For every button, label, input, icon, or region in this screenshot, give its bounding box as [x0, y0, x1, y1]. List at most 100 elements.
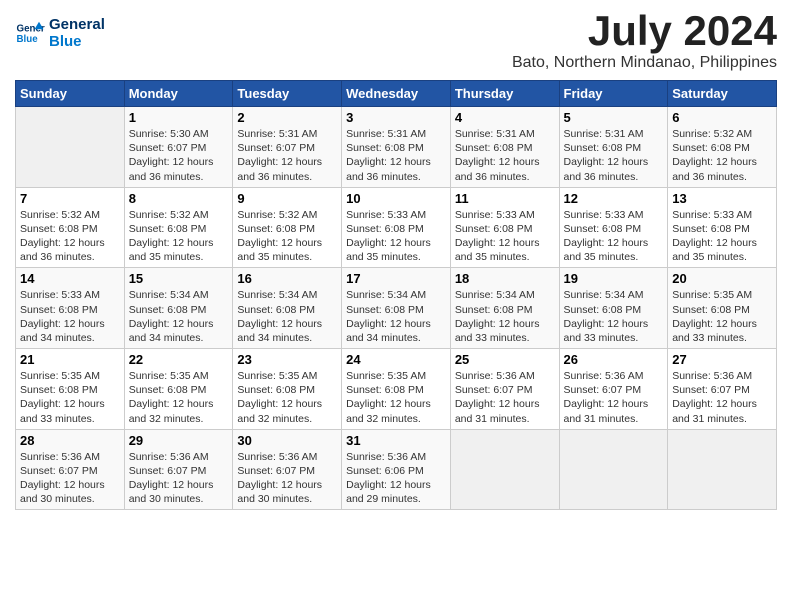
day-info: Sunrise: 5:36 AMSunset: 6:07 PMDaylight:… — [455, 369, 555, 426]
day-info: Sunrise: 5:35 AMSunset: 6:08 PMDaylight:… — [20, 369, 120, 426]
day-cell: 8 Sunrise: 5:32 AMSunset: 6:08 PMDaylight… — [124, 187, 233, 268]
logo-icon: General Blue — [15, 18, 45, 48]
header-wednesday: Wednesday — [342, 81, 451, 107]
day-cell — [559, 429, 668, 510]
day-cell: 15 Sunrise: 5:34 AMSunset: 6:08 PMDayligh… — [124, 268, 233, 349]
day-cell: 3 Sunrise: 5:31 AMSunset: 6:08 PMDaylight… — [342, 107, 451, 188]
day-cell — [668, 429, 777, 510]
day-info: Sunrise: 5:32 AMSunset: 6:08 PMDaylight:… — [237, 208, 337, 265]
day-cell: 17 Sunrise: 5:34 AMSunset: 6:08 PMDayligh… — [342, 268, 451, 349]
header-thursday: Thursday — [450, 81, 559, 107]
day-cell: 31Sunrise: 5:36 AMSunset: 6:06 PMDayligh… — [342, 429, 451, 510]
day-cell: 12Sunrise: 5:33 AMSunset: 6:08 PMDayligh… — [559, 187, 668, 268]
day-number: 13 — [672, 191, 772, 206]
day-number: 10 — [346, 191, 446, 206]
day-info: Sunrise: 5:35 AMSunset: 6:08 PMDaylight:… — [672, 288, 772, 345]
day-cell: 10 Sunrise: 5:33 AMSunset: 6:08 PMDayligh… — [342, 187, 451, 268]
logo-line1: General — [49, 16, 105, 33]
day-cell: 16Sunrise: 5:34 AMSunset: 6:08 PMDayligh… — [233, 268, 342, 349]
day-number: 14 — [20, 271, 120, 286]
day-cell: 25 Sunrise: 5:36 AMSunset: 6:07 PMDayligh… — [450, 349, 559, 430]
day-info: Sunrise: 5:32 AMSunset: 6:08 PMDaylight:… — [129, 208, 229, 265]
day-cell: 1 Sunrise: 5:30 AMSunset: 6:07 PMDaylight… — [124, 107, 233, 188]
day-number: 2 — [237, 110, 337, 125]
day-info: Sunrise: 5:31 AMSunset: 6:08 PMDaylight:… — [455, 127, 555, 184]
day-number: 9 — [237, 191, 337, 206]
day-cell: 20Sunrise: 5:35 AMSunset: 6:08 PMDayligh… — [668, 268, 777, 349]
day-cell — [16, 107, 125, 188]
day-info: Sunrise: 5:35 AMSunset: 6:08 PMDaylight:… — [129, 369, 229, 426]
day-info: Sunrise: 5:34 AMSunset: 6:08 PMDaylight:… — [455, 288, 555, 345]
day-cell: 9 Sunrise: 5:32 AMSunset: 6:08 PMDaylight… — [233, 187, 342, 268]
day-number: 3 — [346, 110, 446, 125]
title-block: July 2024 Bato, Northern Mindanao, Phili… — [512, 10, 777, 72]
day-cell: 27Sunrise: 5:36 AMSunset: 6:07 PMDayligh… — [668, 349, 777, 430]
day-number: 21 — [20, 352, 120, 367]
day-cell: 28 Sunrise: 5:36 AMSunset: 6:07 PMDayligh… — [16, 429, 125, 510]
day-number: 11 — [455, 191, 555, 206]
day-number: 28 — [20, 433, 120, 448]
day-info: Sunrise: 5:30 AMSunset: 6:07 PMDaylight:… — [129, 127, 229, 184]
day-cell: 24 Sunrise: 5:35 AMSunset: 6:08 PMDayligh… — [342, 349, 451, 430]
day-info: Sunrise: 5:34 AMSunset: 6:08 PMDaylight:… — [129, 288, 229, 345]
calendar-table: SundayMondayTuesdayWednesdayThursdayFrid… — [15, 80, 777, 510]
day-info: Sunrise: 5:36 AMSunset: 6:06 PMDaylight:… — [346, 450, 446, 507]
day-number: 4 — [455, 110, 555, 125]
day-cell: 22 Sunrise: 5:35 AMSunset: 6:08 PMDayligh… — [124, 349, 233, 430]
week-row-1: 1 Sunrise: 5:30 AMSunset: 6:07 PMDaylight… — [16, 107, 777, 188]
day-cell: 7 Sunrise: 5:32 AMSunset: 6:08 PMDaylight… — [16, 187, 125, 268]
day-info: Sunrise: 5:31 AMSunset: 6:08 PMDaylight:… — [564, 127, 664, 184]
day-cell: 30 Sunrise: 5:36 AMSunset: 6:07 PMDayligh… — [233, 429, 342, 510]
header-saturday: Saturday — [668, 81, 777, 107]
day-info: Sunrise: 5:36 AMSunset: 6:07 PMDaylight:… — [237, 450, 337, 507]
header-tuesday: Tuesday — [233, 81, 342, 107]
day-cell: 11Sunrise: 5:33 AMSunset: 6:08 PMDayligh… — [450, 187, 559, 268]
logo: General Blue General Blue — [15, 16, 105, 50]
day-number: 22 — [129, 352, 229, 367]
day-cell: 19Sunrise: 5:34 AMSunset: 6:08 PMDayligh… — [559, 268, 668, 349]
day-cell: 5 Sunrise: 5:31 AMSunset: 6:08 PMDaylight… — [559, 107, 668, 188]
week-row-5: 28 Sunrise: 5:36 AMSunset: 6:07 PMDayligh… — [16, 429, 777, 510]
logo-line2: Blue — [49, 33, 105, 50]
day-info: Sunrise: 5:33 AMSunset: 6:08 PMDaylight:… — [672, 208, 772, 265]
day-info: Sunrise: 5:36 AMSunset: 6:07 PMDaylight:… — [129, 450, 229, 507]
day-cell: 29 Sunrise: 5:36 AMSunset: 6:07 PMDayligh… — [124, 429, 233, 510]
day-info: Sunrise: 5:36 AMSunset: 6:07 PMDaylight:… — [20, 450, 120, 507]
day-info: Sunrise: 5:32 AMSunset: 6:08 PMDaylight:… — [672, 127, 772, 184]
svg-text:Blue: Blue — [17, 34, 39, 45]
day-number: 7 — [20, 191, 120, 206]
day-info: Sunrise: 5:33 AMSunset: 6:08 PMDaylight:… — [346, 208, 446, 265]
location: Bato, Northern Mindanao, Philippines — [512, 54, 777, 72]
day-cell: 18 Sunrise: 5:34 AMSunset: 6:08 PMDayligh… — [450, 268, 559, 349]
day-number: 30 — [237, 433, 337, 448]
day-number: 5 — [564, 110, 664, 125]
day-cell: 4 Sunrise: 5:31 AMSunset: 6:08 PMDaylight… — [450, 107, 559, 188]
header-monday: Monday — [124, 81, 233, 107]
day-cell: 2Sunrise: 5:31 AMSunset: 6:07 PMDaylight… — [233, 107, 342, 188]
day-number: 1 — [129, 110, 229, 125]
day-info: Sunrise: 5:34 AMSunset: 6:08 PMDaylight:… — [346, 288, 446, 345]
day-number: 23 — [237, 352, 337, 367]
day-number: 16 — [237, 271, 337, 286]
day-info: Sunrise: 5:33 AMSunset: 6:08 PMDaylight:… — [20, 288, 120, 345]
day-info: Sunrise: 5:32 AMSunset: 6:08 PMDaylight:… — [20, 208, 120, 265]
header-row: SundayMondayTuesdayWednesdayThursdayFrid… — [16, 81, 777, 107]
day-number: 25 — [455, 352, 555, 367]
day-number: 18 — [455, 271, 555, 286]
page-header: General Blue General Blue July 2024 Bato… — [15, 10, 777, 72]
day-number: 15 — [129, 271, 229, 286]
day-info: Sunrise: 5:35 AMSunset: 6:08 PMDaylight:… — [346, 369, 446, 426]
day-number: 17 — [346, 271, 446, 286]
day-number: 8 — [129, 191, 229, 206]
week-row-4: 21 Sunrise: 5:35 AMSunset: 6:08 PMDayligh… — [16, 349, 777, 430]
week-row-3: 14 Sunrise: 5:33 AMSunset: 6:08 PMDayligh… — [16, 268, 777, 349]
day-info: Sunrise: 5:35 AMSunset: 6:08 PMDaylight:… — [237, 369, 337, 426]
day-number: 24 — [346, 352, 446, 367]
day-info: Sunrise: 5:31 AMSunset: 6:08 PMDaylight:… — [346, 127, 446, 184]
day-number: 29 — [129, 433, 229, 448]
day-info: Sunrise: 5:34 AMSunset: 6:08 PMDaylight:… — [564, 288, 664, 345]
day-cell: 13 Sunrise: 5:33 AMSunset: 6:08 PMDayligh… — [668, 187, 777, 268]
month-title: July 2024 — [512, 10, 777, 52]
day-cell: 14 Sunrise: 5:33 AMSunset: 6:08 PMDayligh… — [16, 268, 125, 349]
day-cell: 23 Sunrise: 5:35 AMSunset: 6:08 PMDayligh… — [233, 349, 342, 430]
